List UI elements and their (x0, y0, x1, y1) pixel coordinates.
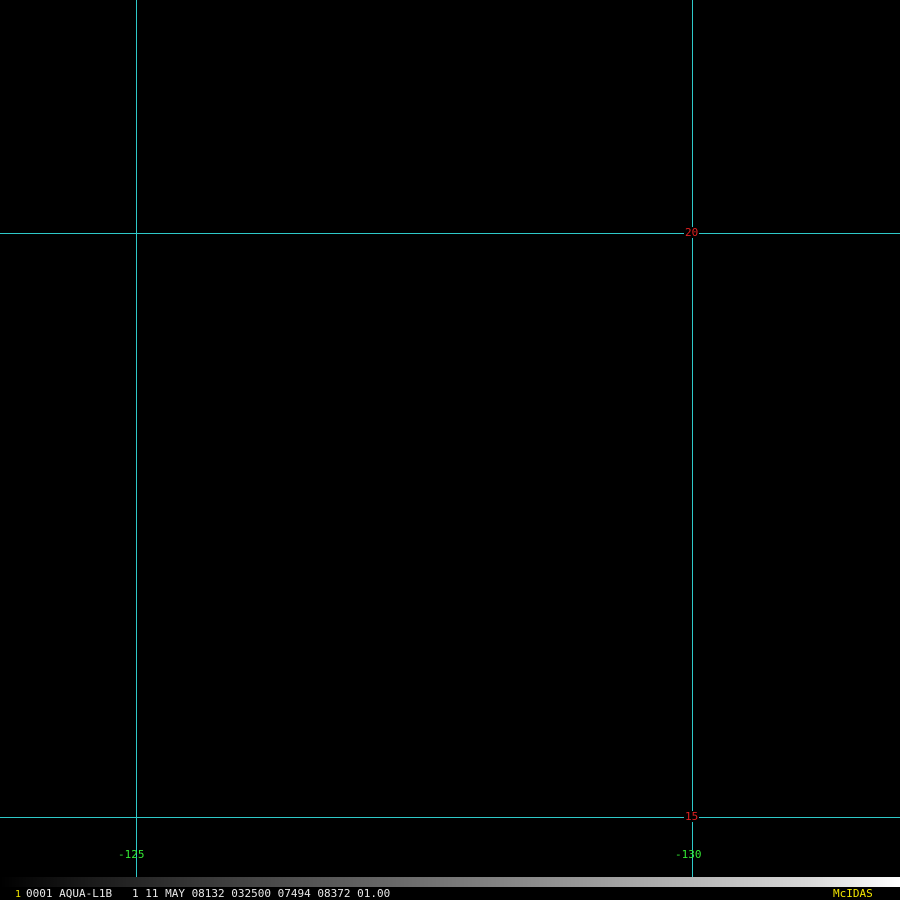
latitude-line-15 (0, 817, 900, 818)
grayscale-color-bar (0, 877, 900, 887)
longitude-line-130 (692, 0, 693, 900)
frame-number: 1 (15, 889, 22, 900)
latitude-label-15: 15 (684, 810, 700, 823)
longitude-label-125: -125 (118, 848, 145, 861)
longitude-label-130: -130 (675, 848, 702, 861)
latitude-line-20 (0, 233, 900, 234)
latitude-label-20: 20 (684, 226, 700, 239)
mcidas-brand-label: McIDAS (833, 887, 873, 900)
map-canvas[interactable]: 20 15 -125 -130 (0, 0, 900, 900)
image-info-line: 1 0001 AQUA-L1B 1 11 MAY 08132 032500 07… (0, 887, 900, 900)
status-bar: 1 0001 AQUA-L1B 1 11 MAY 08132 032500 07… (0, 877, 900, 900)
longitude-line-125 (136, 0, 137, 900)
image-info-text: 0001 AQUA-L1B 1 11 MAY 08132 032500 0749… (26, 887, 391, 900)
